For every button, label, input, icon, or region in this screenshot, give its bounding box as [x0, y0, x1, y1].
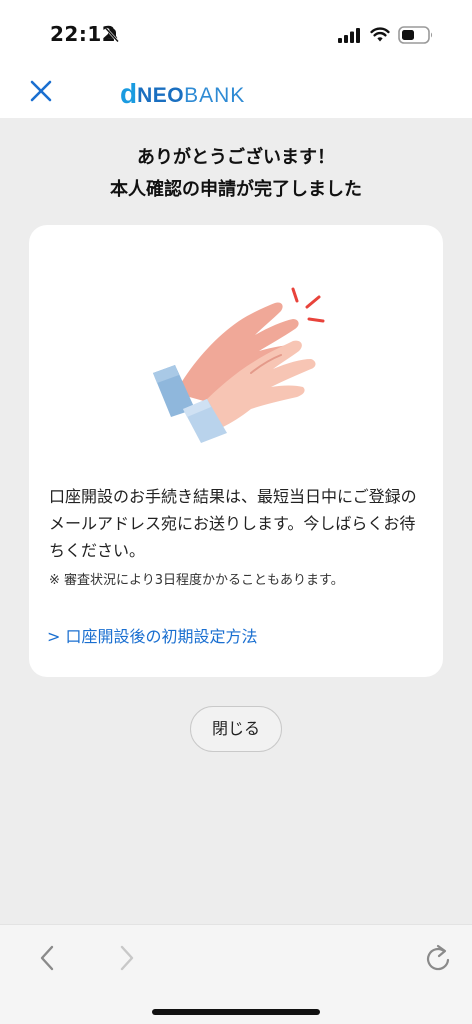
browser-toolbar: [0, 924, 472, 1024]
home-indicator: [152, 1009, 320, 1015]
app-header: d NEO BANK: [0, 66, 472, 118]
page-title-line1: ありがとうございます！: [137, 147, 335, 168]
close-icon[interactable]: [28, 78, 54, 104]
result-message: 口座開設のお手続き結果は、最短当日中にご登録のメールアドレス宛にお送りします。今…: [49, 487, 417, 560]
bell-slash-icon: [105, 27, 119, 43]
battery-icon: [398, 26, 433, 44]
wifi-icon: [370, 27, 390, 42]
logo-bank: BANK: [184, 84, 246, 107]
completion-card: 口座開設のお手続き結果は、最短当日中にご登録のメールアドレス宛にお送りします。今…: [29, 225, 443, 677]
refresh-icon[interactable]: [424, 943, 452, 973]
page-title: ありがとうございます！ 本人確認の申請が完了しました: [0, 142, 472, 206]
review-note: ※ 審査状況により3日程度かかることもあります。: [49, 573, 344, 588]
main-content: ありがとうございます！ 本人確認の申請が完了しました 口座開設のお手続き結果は、…: [0, 118, 472, 924]
clapping-hands-icon: [153, 287, 325, 443]
status-bar: 22:12: [0, 0, 472, 66]
signal-icon: [338, 28, 360, 43]
logo-d: d: [120, 78, 138, 109]
initial-settings-link[interactable]: > 口座開設後の初期設定方法: [47, 623, 258, 647]
forward-icon[interactable]: [114, 941, 138, 975]
back-icon[interactable]: [36, 941, 60, 975]
page-title-line2: 本人確認の申請が完了しました: [110, 179, 362, 200]
dneobank-logo: d NEO BANK: [120, 78, 245, 108]
close-button[interactable]: 閉じる: [190, 706, 282, 752]
logo-neo: NEO: [137, 84, 185, 107]
